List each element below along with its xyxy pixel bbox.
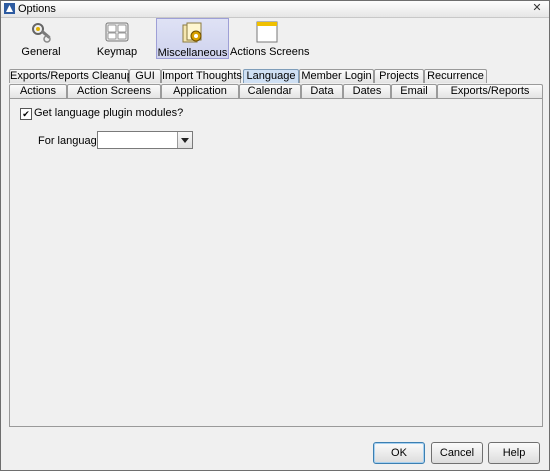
- dropdown-button[interactable]: [177, 132, 192, 148]
- tab-gui[interactable]: GUI: [129, 69, 161, 83]
- tab-actions[interactable]: Actions: [9, 84, 67, 98]
- tab-calendar[interactable]: Calendar: [239, 84, 301, 98]
- tab-action-screens[interactable]: Action Screens: [67, 84, 161, 98]
- plugin-modules-label[interactable]: Get language plugin modules?: [34, 107, 183, 119]
- language-panel: ✔ Get language plugin modules? For langu…: [9, 98, 543, 427]
- language-dropdown[interactable]: [97, 131, 193, 149]
- tab-application[interactable]: Application: [161, 84, 239, 98]
- tab-exports-reports-cleanup[interactable]: Exports/Reports Cleanup: [9, 69, 133, 83]
- tab-data[interactable]: Data: [301, 84, 343, 98]
- tab-recurrence[interactable]: Recurrence: [424, 69, 487, 83]
- tab-projects[interactable]: Projects: [374, 69, 424, 83]
- cancel-button[interactable]: Cancel: [431, 442, 483, 464]
- help-button[interactable]: Help: [488, 442, 540, 464]
- tab-language[interactable]: Language: [243, 69, 299, 83]
- options-window: Options ✕ General Keymap Miscellaneous A…: [0, 0, 550, 471]
- for-language-label: For language: [38, 135, 103, 147]
- ok-button[interactable]: OK: [373, 442, 425, 464]
- tab-strip: Exports/Reports Cleanup GUI Import Thoug…: [1, 1, 549, 101]
- chevron-down-icon: [181, 138, 189, 143]
- tab-exports-reports[interactable]: Exports/Reports: [437, 84, 543, 98]
- tab-import-thoughts[interactable]: Import Thoughts: [161, 69, 242, 83]
- plugin-modules-checkbox[interactable]: ✔: [20, 108, 32, 120]
- tab-member-login[interactable]: Member Login: [299, 69, 374, 83]
- tab-dates[interactable]: Dates: [343, 84, 391, 98]
- tab-email[interactable]: Email: [391, 84, 437, 98]
